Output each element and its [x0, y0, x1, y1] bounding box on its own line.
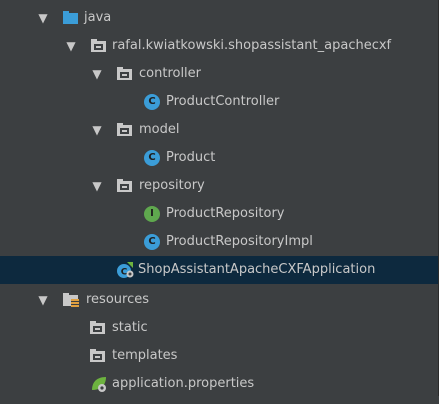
tree-node-controller[interactable]: ▼ controller: [0, 60, 438, 88]
folder-icon: [90, 349, 106, 363]
class-icon: C: [144, 150, 160, 166]
class-icon: C: [144, 94, 160, 110]
tree-node-resources[interactable]: ▼ resources: [0, 286, 438, 314]
tree-node-label: ProductRepository: [166, 206, 285, 221]
tree-node-label: java: [84, 10, 112, 25]
source-folder-icon: [63, 11, 79, 25]
resources-folder-icon: [63, 293, 79, 307]
tree-node-label: model: [139, 122, 180, 137]
tree-node-label: application.properties: [112, 376, 255, 391]
tree-node-templates[interactable]: templates: [0, 342, 438, 370]
expand-arrow-icon[interactable]: ▼: [36, 4, 50, 32]
tree-node-product-repository-impl[interactable]: C ProductRepositoryImpl: [0, 228, 438, 256]
tree-node-java[interactable]: ▼ java: [0, 4, 438, 32]
tree-node-static[interactable]: static: [0, 314, 438, 342]
tree-node-label: controller: [139, 66, 202, 81]
tree-node-label: ProductRepositoryImpl: [166, 234, 313, 249]
tree-node-product-repository[interactable]: I ProductRepository: [0, 200, 438, 228]
tree-node-application-properties[interactable]: application.properties: [0, 370, 438, 398]
tree-node-product[interactable]: C Product: [0, 144, 438, 172]
spring-boot-class-icon: C: [116, 261, 134, 279]
package-icon: [91, 39, 107, 53]
tree-node-package[interactable]: ▼ rafal.kwiatkowski.shopassistant_apache…: [0, 32, 438, 60]
tree-node-label: static: [112, 320, 148, 335]
tree-node-label: ProductController: [166, 94, 280, 109]
expand-arrow-icon[interactable]: ▼: [90, 116, 104, 144]
tree-node-label: Product: [166, 150, 216, 165]
tree-node-label: templates: [112, 348, 178, 363]
tree-node-application[interactable]: C ShopAssistantApacheCXFApplication: [0, 256, 438, 284]
tree-node-model[interactable]: ▼ model: [0, 116, 438, 144]
package-icon: [117, 123, 133, 137]
package-icon: [117, 179, 133, 193]
expand-arrow-icon[interactable]: ▼: [90, 60, 104, 88]
tree-node-product-controller[interactable]: C ProductController: [0, 88, 438, 116]
package-icon: [117, 67, 133, 81]
expand-arrow-icon[interactable]: ▼: [36, 286, 50, 314]
properties-file-icon: [90, 375, 108, 393]
tree-node-label: repository: [139, 178, 205, 193]
folder-icon: [90, 321, 106, 335]
expand-arrow-icon[interactable]: ▼: [64, 32, 78, 60]
interface-icon: I: [144, 206, 160, 222]
svg-text:C: C: [121, 268, 128, 278]
class-icon: C: [144, 234, 160, 250]
tree-node-label: rafal.kwiatkowski.shopassistant_apachecx…: [112, 38, 392, 53]
tree-node-label: ShopAssistantApacheCXFApplication: [138, 262, 376, 277]
project-tree: ▼ java ▼ rafal.kwiatkowski.shopassistant…: [0, 0, 439, 396]
tree-node-repository[interactable]: ▼ repository: [0, 172, 438, 200]
tree-node-label: resources: [86, 292, 150, 307]
expand-arrow-icon[interactable]: ▼: [90, 172, 104, 200]
